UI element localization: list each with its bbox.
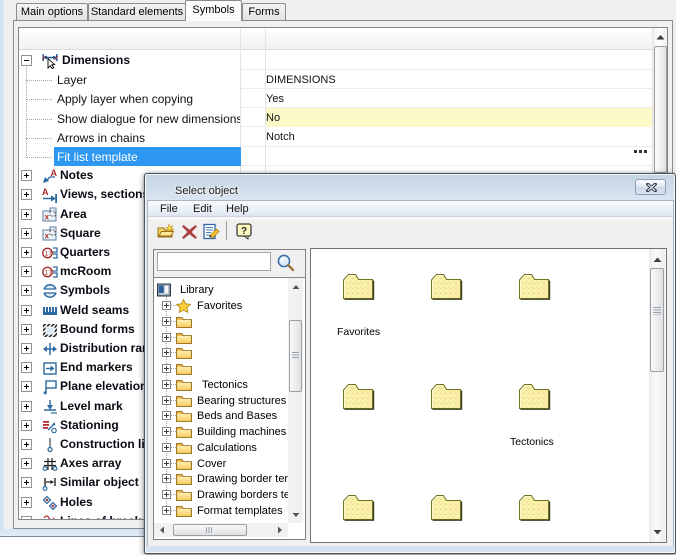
svg-text:x: x (45, 232, 50, 241)
svg-text:17: 17 (45, 270, 53, 277)
svg-text:A: A (42, 187, 49, 197)
svg-text:17: 17 (45, 251, 53, 258)
svg-text:?: ? (241, 226, 247, 237)
svg-text:x: x (45, 213, 50, 222)
